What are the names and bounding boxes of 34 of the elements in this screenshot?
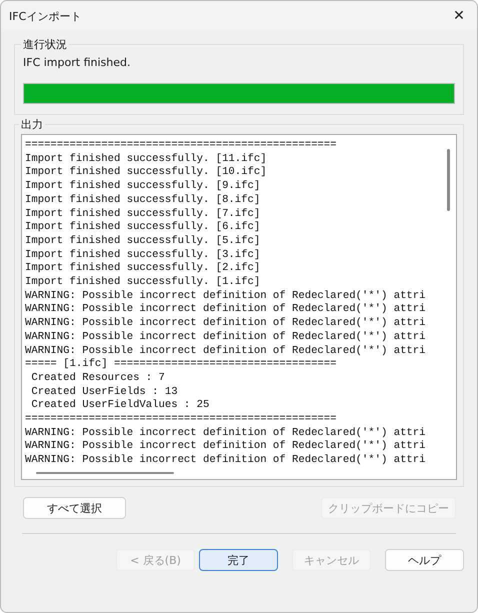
log-line: WARNING: Possible incorrect definition of Redeclared('*') attri <box>25 303 427 317</box>
log-line: Import finished successfully. [10.ifc] <box>25 166 268 180</box>
log-line: Import finished successfully. [6.ifc] <box>25 221 262 235</box>
dialog-button[interactable]: 完了 <box>199 549 278 571</box>
action-button[interactable]: すべて選択 <box>23 497 126 519</box>
log-line: Import finished successfully. [7.ifc] <box>25 208 262 221</box>
log-line: Import finished successfully. [5.ifc] <box>25 234 262 249</box>
log-line: Created UserFields : 13 <box>30 386 179 399</box>
log-line: WARNING: Possible incorrect definition of Redeclared('*') attri <box>25 317 427 331</box>
log-line: Import finished successfully. [11.ifc] <box>25 152 268 166</box>
group-label: 進行状況 <box>22 37 68 52</box>
log-line: Import finished successfully. [8.ifc] <box>25 194 262 208</box>
vertical-scrollbar[interactable] <box>447 149 450 211</box>
log-line: ===== [1.ifc] =================================== <box>25 358 338 372</box>
dialog-button[interactable]: ヘルプ <box>385 549 464 571</box>
log-line: WARNING: Possible incorrect definition of Redeclared('*') attri <box>25 454 427 468</box>
group-label: 出力 <box>20 117 44 132</box>
log-line: WARNING: Possible incorrect definition of Redeclared('*') attri <box>25 344 427 358</box>
log-line: Import finished successfully. [3.ifc] <box>25 248 262 262</box>
log-line: WARNING: Possible incorrect definition of Redeclared('*') attri <box>25 440 427 454</box>
log-line: WARNING: Possible incorrect definition of Redeclared('*') attri <box>25 330 427 345</box>
window-title: IFCインポート <box>9 8 82 24</box>
log-line: WARNING: Possible incorrect definition of Redeclared('*') attri <box>25 290 427 303</box>
log-line: Created Resources : 7 <box>30 372 166 386</box>
log-line: Import finished successfully. [2.ifc] <box>25 262 262 276</box>
log-line: WARNING: Possible incorrect definition of Redeclared('*') attri <box>25 426 427 440</box>
close-button[interactable]: ✕ <box>445 3 473 29</box>
log-line: Import finished successfully. [9.ifc] <box>25 180 262 194</box>
log-line: ================================================= <box>25 413 338 427</box>
log-line: Import finished successfully. [1.ifc] <box>25 276 262 290</box>
horizontal-scrollbar[interactable] <box>36 472 174 474</box>
status-text: IFC import finished. <box>23 56 132 69</box>
log-line: ================================================= <box>25 139 338 153</box>
log-line: Created UserFieldValues : 25 <box>30 399 210 414</box>
